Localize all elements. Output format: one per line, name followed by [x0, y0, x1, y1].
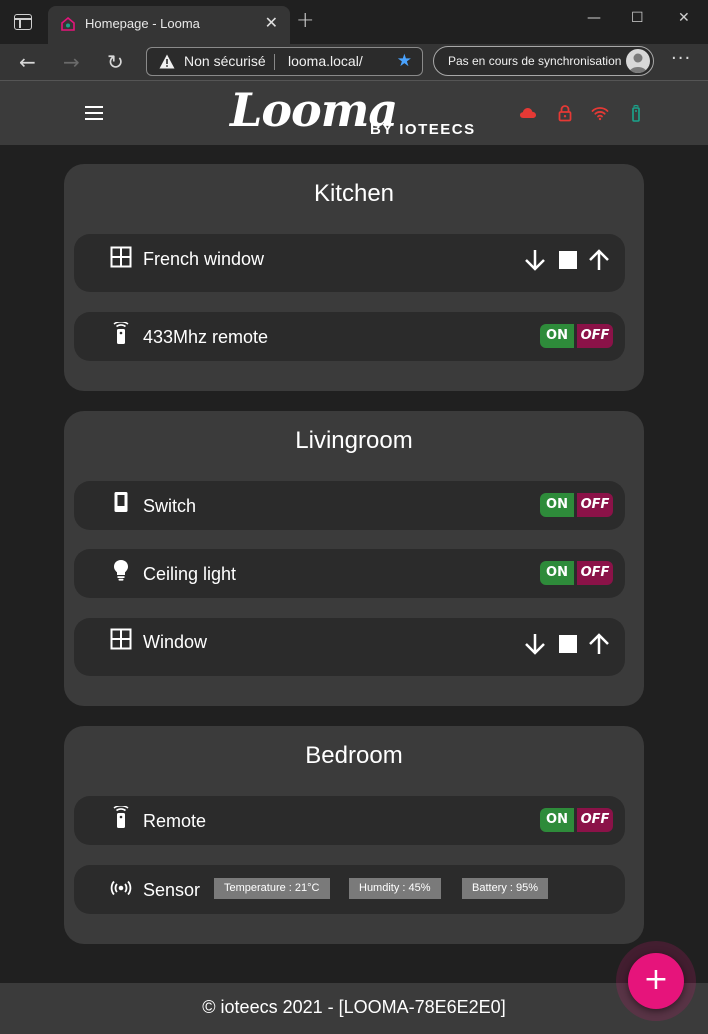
- avatar: [626, 49, 650, 73]
- off-button[interactable]: OFF: [577, 561, 613, 585]
- close-window-button[interactable]: ✕: [678, 10, 690, 26]
- security-status[interactable]: Non sécurisé: [184, 53, 266, 69]
- looma-favicon-icon: [61, 16, 75, 31]
- new-tab-button[interactable]: +: [296, 10, 314, 32]
- on-button[interactable]: ON: [540, 561, 574, 585]
- lock-icon: [558, 105, 572, 122]
- room-card-livingroom: Livingroom Switch ON OFF Ceiling light O…: [64, 411, 644, 706]
- menu-icon[interactable]: [85, 106, 103, 120]
- remote-icon: [113, 322, 129, 344]
- stop-icon[interactable]: [556, 632, 580, 656]
- browser-toolbar: ← → ↻ Non sécurisé looma.local/ ★ Pas en…: [0, 44, 708, 80]
- device-label: Switch: [143, 496, 197, 516]
- tab-title: Homepage - Looma: [85, 16, 200, 31]
- app-header: Looma BY IOTEECS: [0, 80, 708, 145]
- device-row-sensor: Sensor Temperature : 21°C Humdity : 45% …: [74, 865, 625, 914]
- browser-tab-bar: Homepage - Looma ✕ + — ☐ ✕: [0, 0, 708, 44]
- add-device-button[interactable]: +: [628, 953, 684, 1009]
- device-row-remote: Remote ON OFF: [74, 796, 625, 845]
- room-title: Bedroom: [305, 742, 403, 769]
- sensor-icon: [110, 880, 132, 896]
- bulb-icon: [114, 560, 128, 581]
- more-menu-button[interactable]: ···: [671, 48, 691, 69]
- page-footer: © ioteecs 2021 - [LOOMA-78E6E2E0]: [0, 983, 708, 1034]
- device-row-ceiling-light: Ceiling light ON OFF: [74, 549, 625, 598]
- wifi-icon: [591, 107, 609, 121]
- device-label: French window: [143, 249, 265, 269]
- reload-button[interactable]: ↻: [107, 48, 124, 76]
- off-button[interactable]: OFF: [577, 324, 613, 348]
- arrow-down-icon[interactable]: [523, 632, 547, 656]
- address-divider: [274, 54, 275, 70]
- profile-sync-button[interactable]: Pas en cours de synchronisation: [433, 46, 654, 76]
- room-title: Kitchen: [313, 180, 395, 207]
- room-card-bedroom: Bedroom Remote ON OFF Sensor Temperature…: [64, 726, 644, 944]
- on-button[interactable]: ON: [540, 493, 574, 517]
- device-row-window: Window: [74, 618, 625, 676]
- device-label: Window: [143, 632, 208, 652]
- off-button[interactable]: OFF: [577, 808, 613, 832]
- on-button[interactable]: ON: [540, 808, 574, 832]
- device-row-switch: Switch ON OFF: [74, 481, 625, 530]
- device-label: Sensor: [143, 880, 201, 900]
- device-label: Remote: [143, 811, 207, 831]
- off-button[interactable]: OFF: [577, 493, 613, 517]
- browser-tab[interactable]: Homepage - Looma ✕: [48, 6, 290, 44]
- device-label: 433Mhz remote: [143, 327, 269, 347]
- arrow-up-icon[interactable]: [587, 248, 611, 272]
- arrow-up-icon[interactable]: [587, 632, 611, 656]
- remote-icon: [113, 806, 129, 828]
- device-row-french-window: French window: [74, 234, 625, 292]
- remote-status-icon: [632, 104, 640, 122]
- back-button[interactable]: ←: [19, 48, 36, 76]
- battery-badge: Battery : 95%: [462, 878, 549, 899]
- room-title: Livingroom: [295, 427, 413, 454]
- cloud-icon: [520, 108, 536, 118]
- warning-icon[interactable]: [159, 54, 175, 69]
- sync-label: Pas en cours de synchronisation: [448, 54, 622, 68]
- device-label: Ceiling light: [143, 564, 237, 584]
- temperature-badge: Temperature : 21°C: [214, 878, 330, 899]
- tab-close-icon[interactable]: ✕: [265, 13, 278, 32]
- arrow-down-icon[interactable]: [523, 248, 547, 272]
- window-icon: [110, 246, 132, 268]
- brand-subtitle: BY IOTEECS: [370, 121, 476, 138]
- on-button[interactable]: ON: [540, 324, 574, 348]
- window-icon: [110, 628, 132, 650]
- url-text[interactable]: looma.local/: [288, 53, 363, 69]
- footer-text: © ioteecs 2021 - [LOOMA-78E6E2E0]: [202, 997, 506, 1017]
- room-card-kitchen: Kitchen French window 433Mhz remote ON O…: [64, 164, 644, 391]
- favorite-star-icon[interactable]: ★: [397, 51, 412, 71]
- minimize-button[interactable]: —: [587, 10, 601, 26]
- switch-icon: [114, 492, 128, 512]
- maximize-button[interactable]: ☐: [631, 10, 644, 26]
- forward-button[interactable]: →: [63, 48, 80, 76]
- stop-icon[interactable]: [556, 248, 580, 272]
- address-bar[interactable]: Non sécurisé looma.local/ ★: [146, 47, 423, 76]
- device-row-433mhz-remote: 433Mhz remote ON OFF: [74, 312, 625, 361]
- tab-actions-icon[interactable]: [14, 14, 32, 30]
- humidity-badge: Humdity : 45%: [349, 878, 441, 899]
